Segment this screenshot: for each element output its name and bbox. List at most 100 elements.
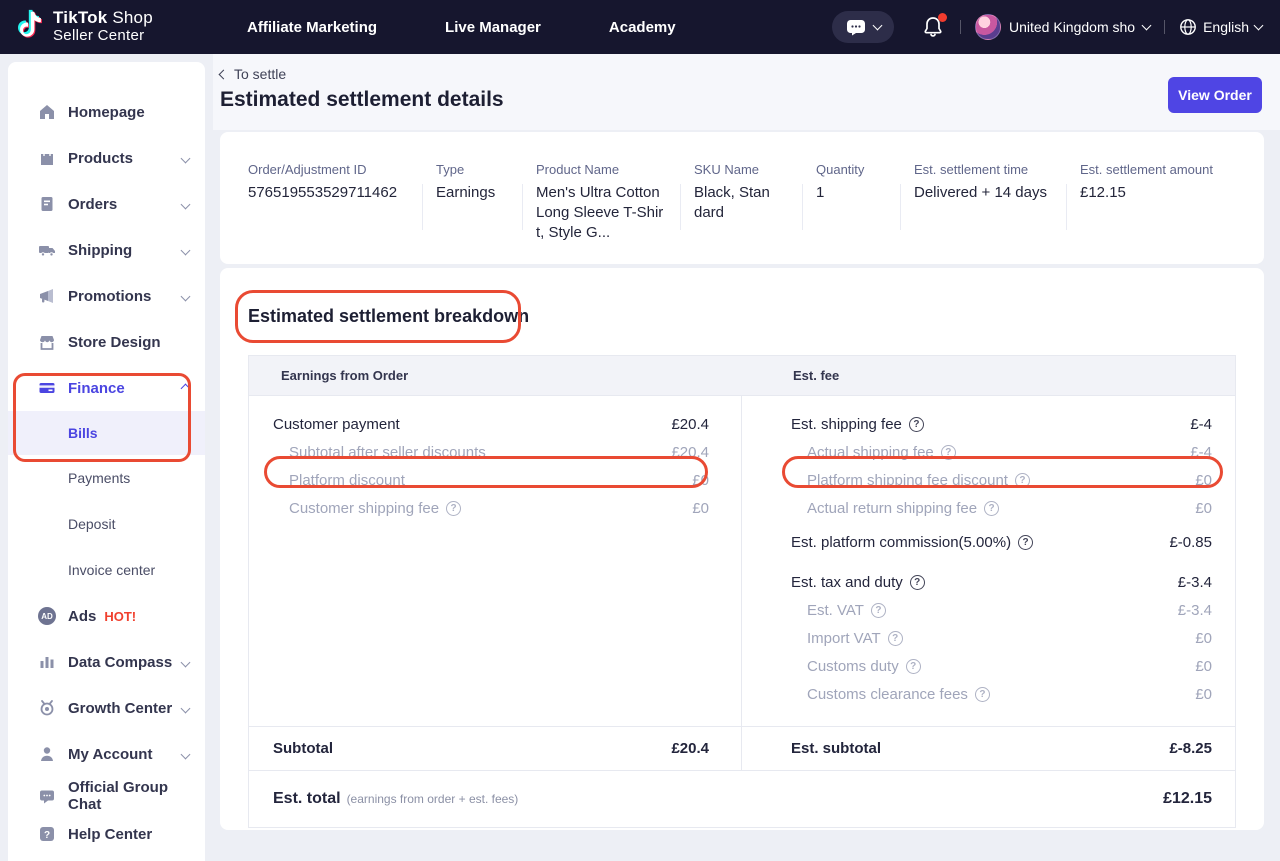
tiktok-shop-logo[interactable]: TikTok Shop Seller Center (0, 9, 225, 44)
row-value: £-4 (1190, 416, 1212, 433)
sidebar-item-bills[interactable]: Bills (8, 411, 205, 455)
field-label: SKU Name (694, 162, 790, 177)
sidebar-item-my-account[interactable]: My Account (8, 731, 205, 777)
navbar-right-cluster: United Kingdom sho English (832, 11, 1280, 43)
settlement-breakdown-card: Estimated settlement breakdown Earnings … (220, 268, 1264, 830)
field-label: Est. settlement time (914, 162, 1054, 177)
nav-link-affiliate-marketing[interactable]: Affiliate Marketing (247, 19, 377, 36)
chevron-down-icon (181, 200, 191, 210)
help-icon[interactable]: ? (984, 501, 999, 516)
row-label: Customer payment (273, 416, 400, 433)
notifications-button[interactable] (922, 15, 946, 39)
help-icon[interactable]: ? (871, 603, 886, 618)
logo-line2: Seller Center (53, 28, 153, 45)
field-label: Type (436, 162, 510, 177)
row-value: £20.4 (671, 444, 709, 461)
sidebar-item-growth-center[interactable]: Growth Center (8, 685, 205, 731)
sidebar-item-orders[interactable]: Orders (8, 181, 205, 227)
field-label: Quantity (816, 162, 888, 177)
row-actual-return-shipping-fee: Actual return shipping fee? £0 (791, 494, 1212, 522)
row-est-vat: Est. VAT? £-3.4 (791, 596, 1212, 624)
row-platform-shipping-fee-discount: Platform shipping fee discount? £0 (791, 466, 1212, 494)
help-icon[interactable]: ? (941, 445, 956, 460)
help-icon[interactable]: ? (1018, 535, 1033, 550)
sidebar-item-deposit[interactable]: Deposit (8, 501, 205, 547)
sidebar-item-label: Growth Center (68, 700, 172, 717)
help-icon: ? (38, 825, 56, 843)
row-value: £0 (1195, 658, 1212, 675)
navbar-links: Affiliate Marketing Live Manager Academy (247, 19, 676, 36)
chevron-down-icon (1142, 21, 1152, 31)
top-navbar: TikTok Shop Seller Center Affiliate Mark… (0, 0, 1280, 54)
sidebar-item-label: Help Center (68, 826, 152, 843)
store-icon (38, 333, 56, 351)
sidebar-item-data-compass[interactable]: Data Compass (8, 639, 205, 685)
row-label: Actual shipping fee (807, 444, 934, 461)
summary-col-order-id: Order/Adjustment ID 576519553529711462 (248, 162, 410, 243)
nav-link-academy[interactable]: Academy (609, 19, 676, 36)
bar-chart-icon (38, 653, 56, 671)
sidebar-item-shipping[interactable]: Shipping (8, 227, 205, 273)
sidebar-item-store-design[interactable]: Store Design (8, 319, 205, 365)
breadcrumb-back-to-settle[interactable]: To settle (220, 66, 286, 82)
row-est-shipping-fee: Est. shipping fee? £-4 (791, 410, 1212, 438)
sidebar-item-payments[interactable]: Payments (8, 455, 205, 501)
field-label: Product Name (536, 162, 668, 177)
sidebar-item-label: Official Group Chat (68, 779, 189, 813)
megaphone-icon (38, 287, 56, 305)
breakdown-table-header: Earnings from Order Est. fee (249, 356, 1235, 396)
nav-link-live-manager[interactable]: Live Manager (445, 19, 541, 36)
help-icon[interactable]: ? (888, 631, 903, 646)
summary-col-quantity: Quantity 1 (816, 162, 888, 243)
row-est-tax-and-duty: Est. tax and duty? £-3.4 (791, 568, 1212, 596)
help-icon[interactable]: ? (975, 687, 990, 702)
help-icon[interactable]: ? (906, 659, 921, 674)
chevron-down-icon (1254, 21, 1264, 31)
order-summary-card: Order/Adjustment ID 576519553529711462 T… (220, 132, 1264, 264)
help-icon[interactable]: ? (910, 575, 925, 590)
shop-avatar (975, 14, 1001, 40)
sidebar-item-homepage[interactable]: Homepage (8, 89, 205, 135)
view-order-button[interactable]: View Order (1168, 77, 1262, 113)
sidebar-item-label: Orders (68, 196, 117, 213)
sidebar-item-help-center[interactable]: ? Help Center (8, 815, 205, 853)
column-header-est-fee: Est. fee (793, 368, 839, 383)
est-total-row: Est. total (earnings from order + est. f… (249, 770, 1235, 827)
sidebar-item-label: Store Design (68, 334, 161, 351)
user-icon (38, 745, 56, 763)
truck-icon (38, 241, 56, 259)
shop-region-label: United Kingdom sho (1009, 19, 1135, 35)
sidebar-item-ads[interactable]: AD Ads HOT! (8, 593, 205, 639)
row-label: Est. shipping fee (791, 416, 902, 433)
help-icon[interactable]: ? (446, 501, 461, 516)
field-value: £12.15 (1080, 183, 1236, 203)
row-value: £0 (1195, 686, 1212, 703)
row-value: £0 (1195, 472, 1212, 489)
sidebar-item-products[interactable]: Products (8, 135, 205, 181)
summary-col-settlement-amount: Est. settlement amount £12.15 (1080, 162, 1236, 243)
est-total-note: (earnings from order + est. fees) (347, 792, 519, 806)
field-value: Men's Ultra Cotton Long Sleeve T-Shirt, … (536, 183, 668, 243)
chevron-down-icon (181, 750, 191, 760)
language-selector[interactable]: English (1179, 18, 1262, 36)
logo-text: TikTok Shop Seller Center (53, 9, 153, 44)
sidebar-item-label: Bills (68, 425, 98, 441)
sidebar-item-label: Deposit (68, 516, 115, 532)
chat-messages-button[interactable] (832, 11, 894, 43)
sidebar-item-invoice-center[interactable]: Invoice center (8, 547, 205, 593)
logo-word-light: Shop (107, 8, 152, 27)
sidebar-item-label: Finance (68, 380, 125, 397)
field-value: 1 (816, 183, 888, 203)
row-label: Est. platform commission(5.00%) (791, 534, 1011, 551)
sidebar-item-official-group-chat[interactable]: Official Group Chat (8, 777, 205, 815)
field-label: Est. settlement amount (1080, 162, 1236, 177)
row-est-platform-commission: Est. platform commission(5.00%)? £-0.85 (791, 528, 1212, 556)
sidebar-item-finance[interactable]: Finance (8, 365, 205, 411)
help-icon[interactable]: ? (1015, 473, 1030, 488)
sidebar-item-promotions[interactable]: Promotions (8, 273, 205, 319)
row-subtotal-after-seller-discounts: Subtotal after seller discounts £20.4 (273, 438, 709, 466)
row-label: Subtotal after seller discounts (289, 444, 486, 461)
svg-text:?: ? (44, 830, 50, 841)
shop-account-menu[interactable]: United Kingdom sho (975, 14, 1150, 40)
help-icon[interactable]: ? (909, 417, 924, 432)
